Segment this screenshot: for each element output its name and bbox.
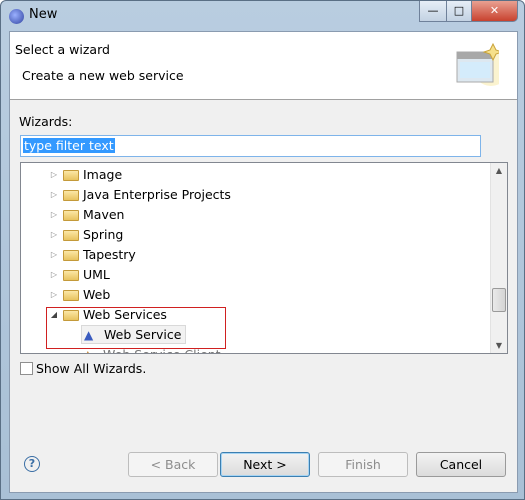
tree-item-label: UML bbox=[83, 267, 110, 282]
tree-item-maven[interactable]: ▷ Maven bbox=[47, 205, 125, 225]
expand-arrow-icon[interactable]: ▷ bbox=[47, 285, 61, 305]
cancel-button[interactable]: Cancel bbox=[416, 452, 506, 477]
header-description: Create a new web service bbox=[22, 68, 184, 83]
tree-item-label: Spring bbox=[83, 227, 124, 242]
checkbox-box[interactable] bbox=[20, 362, 33, 375]
folder-icon bbox=[63, 209, 79, 221]
tree-item-label: Image bbox=[83, 167, 123, 182]
window-title: New bbox=[29, 7, 58, 22]
close-button[interactable]: ✕ bbox=[471, 1, 518, 22]
eclipse-icon bbox=[9, 9, 24, 24]
wizard-header: Select a wizard Create a new web service bbox=[10, 32, 517, 100]
scrollbar-thumb[interactable] bbox=[492, 288, 506, 312]
tree-item-spring[interactable]: ▷ Spring bbox=[47, 225, 123, 245]
tree-item-label: Tapestry bbox=[83, 247, 136, 262]
dialog-body: Select a wizard Create a new web service… bbox=[9, 31, 518, 493]
maximize-button[interactable]: □ bbox=[446, 1, 472, 22]
folder-icon bbox=[63, 269, 79, 281]
expand-arrow-icon[interactable]: ▷ bbox=[47, 245, 61, 265]
next-button[interactable]: Next > bbox=[220, 452, 310, 477]
expand-arrow-icon[interactable]: ▷ bbox=[47, 225, 61, 245]
expand-arrow-icon[interactable]: ▷ bbox=[47, 265, 61, 285]
filter-input[interactable]: type filter text bbox=[20, 135, 481, 157]
folder-icon bbox=[63, 189, 79, 201]
filter-text: type filter text bbox=[23, 138, 115, 153]
tree-item-label: Java Enterprise Projects bbox=[83, 187, 231, 202]
tree-scrollbar[interactable]: ▲ ▼ bbox=[490, 163, 507, 353]
minimize-button[interactable]: — bbox=[419, 1, 447, 22]
tree-item-uml[interactable]: ▷ UML bbox=[47, 265, 110, 285]
tree-item-label: Web bbox=[83, 287, 111, 302]
show-all-wizards-checkbox[interactable]: Show All Wizards. bbox=[20, 361, 146, 376]
tree-item-tapestry[interactable]: ▷ Tapestry bbox=[47, 245, 136, 265]
tree-item-java-enterprise-projects[interactable]: ▷ Java Enterprise Projects bbox=[47, 185, 231, 205]
wizards-label: Wizards: bbox=[19, 114, 73, 129]
tree-item-label: Maven bbox=[83, 207, 125, 222]
tree-item-image[interactable]: ▷ Image bbox=[47, 165, 122, 185]
back-button[interactable]: < Back bbox=[128, 452, 218, 477]
expand-arrow-icon[interactable]: ▷ bbox=[47, 205, 61, 225]
expand-arrow-icon[interactable]: ▷ bbox=[47, 185, 61, 205]
tree-item-web[interactable]: ▷ Web bbox=[47, 285, 110, 305]
highlight-annotation bbox=[46, 307, 226, 349]
expand-arrow-icon[interactable]: ▷ bbox=[47, 165, 61, 185]
folder-icon bbox=[63, 229, 79, 241]
folder-icon bbox=[63, 249, 79, 261]
folder-icon bbox=[63, 169, 79, 181]
folder-icon bbox=[63, 289, 79, 301]
checkbox-label: Show All Wizards. bbox=[36, 361, 147, 376]
help-button[interactable]: ? bbox=[24, 456, 40, 472]
dialog-window: New — □ ✕ Select a wizard Create a new w… bbox=[0, 0, 525, 500]
finish-button[interactable]: Finish bbox=[318, 452, 408, 477]
scroll-up-icon[interactable]: ▲ bbox=[491, 166, 507, 175]
scroll-down-icon[interactable]: ▼ bbox=[491, 341, 507, 350]
wizard-tree: ▷ Image ▷ Java Enterprise Projects ▷ Maven … bbox=[20, 162, 508, 354]
header-title: Select a wizard bbox=[15, 42, 110, 57]
new-wizard-banner-icon bbox=[456, 42, 499, 86]
